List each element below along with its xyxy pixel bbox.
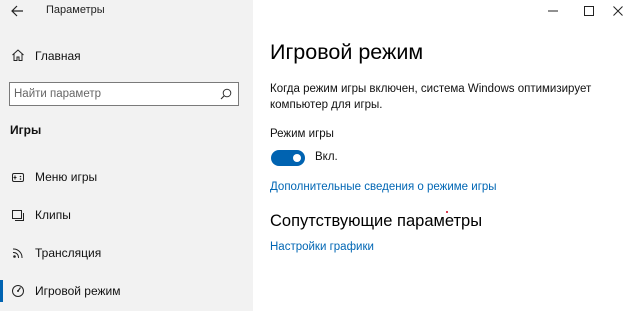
sidebar-item-game-bar[interactable]: Меню игры <box>0 163 253 191</box>
graphics-settings-link[interactable]: Настройки графики <box>270 241 374 253</box>
close-icon <box>613 6 623 16</box>
toggle-label: Режим игры <box>270 128 334 140</box>
more-info-link[interactable]: Дополнительные сведения о режиме игры <box>270 181 497 193</box>
search-box <box>9 82 239 106</box>
toggle-knob <box>293 154 301 162</box>
section-title: Игры <box>10 123 42 137</box>
home-icon <box>12 49 24 61</box>
maximize-icon <box>584 6 594 16</box>
sidebar: Параметры Главная Игры Меню игры Клипы <box>0 0 253 311</box>
back-button[interactable] <box>8 3 26 19</box>
page-title: Игровой режим <box>270 40 424 64</box>
xbox-icon <box>12 173 24 182</box>
sidebar-item-label: Меню игры <box>35 170 98 184</box>
game-mode-toggle[interactable] <box>271 150 305 166</box>
search-icon[interactable] <box>220 88 232 100</box>
toggle-state-text: Вкл. <box>315 151 338 163</box>
minimize-icon <box>548 10 558 12</box>
active-indicator <box>0 280 3 302</box>
cursor-dot <box>446 211 448 213</box>
sidebar-item-label: Игровой режим <box>35 284 121 298</box>
main-content: Игровой режим Когда режим игры включен, … <box>253 0 640 311</box>
sidebar-item-clips[interactable]: Клипы <box>0 201 253 229</box>
sidebar-item-game-mode[interactable]: Игровой режим <box>0 277 253 305</box>
close-button[interactable] <box>596 0 640 22</box>
sidebar-item-label: Клипы <box>35 208 71 222</box>
search-input[interactable] <box>10 83 215 105</box>
related-settings-heading: Сопутствующие параметры <box>270 212 483 230</box>
back-arrow-icon <box>11 5 23 17</box>
sidebar-item-label: Трансляция <box>35 246 102 260</box>
broadcast-icon <box>12 248 23 259</box>
sidebar-item-broadcast[interactable]: Трансляция <box>0 239 253 267</box>
page-description: Когда режим игры включен, система Window… <box>270 83 592 111</box>
sidebar-item-home[interactable]: Главная <box>0 44 253 68</box>
game-mode-icon <box>12 285 24 297</box>
clips-icon <box>12 210 24 221</box>
sidebar-item-label: Главная <box>35 49 81 63</box>
app-title: Параметры <box>46 4 105 16</box>
